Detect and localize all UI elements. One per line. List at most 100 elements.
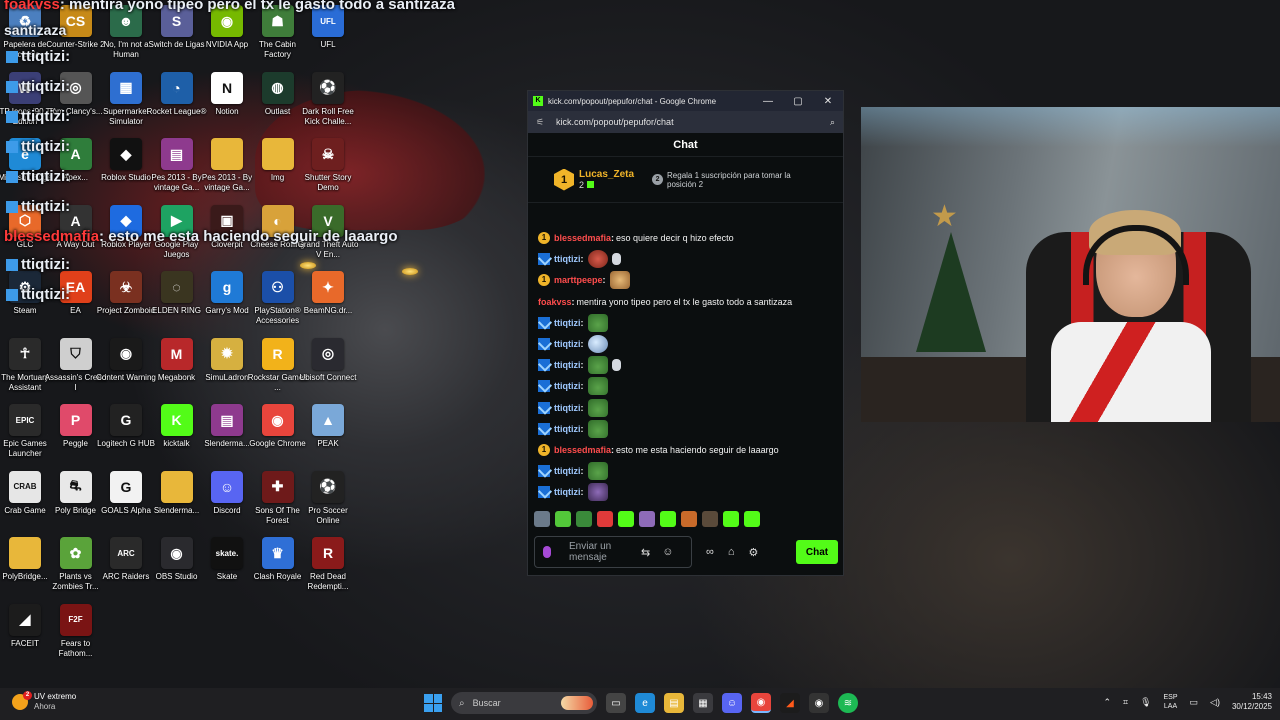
desktop-icon[interactable]: ⚽ Pro Soccer Online: [298, 470, 358, 535]
chat-emote-frog[interactable]: [587, 419, 608, 438]
chat-username[interactable]: ttiqtizi: [554, 318, 581, 328]
spotify-icon[interactable]: ≋: [838, 693, 858, 713]
chat-emote-globe[interactable]: [587, 335, 608, 353]
display-icon[interactable]: ▭: [1190, 697, 1199, 708]
chat-message[interactable]: ttiqtizi:: [538, 356, 621, 375]
send-chat-button[interactable]: Chat: [796, 540, 838, 564]
chat-message[interactable]: ttiqtizi:: [538, 335, 608, 353]
chat-message[interactable]: 1 marttpeepe:: [538, 271, 630, 290]
chat-username[interactable]: ttiqtizi: [554, 487, 581, 497]
desktop-icon[interactable]: ▲ PEAK: [298, 404, 358, 468]
chat-emote-frog[interactable]: [587, 462, 608, 481]
chat-emote-small[interactable]: [611, 253, 621, 266]
chat-username[interactable]: ttiqtizi: [554, 403, 581, 413]
chat-username[interactable]: ttiqtizi: [554, 424, 581, 434]
chat-message-list[interactable]: 1 blessedmafia: eso quiere decir q hizo ef…: [528, 227, 843, 502]
desktop-icon[interactable]: R Red Dead Redempti...: [298, 537, 358, 601]
edge-icon[interactable]: e: [635, 693, 655, 713]
gift-prompt[interactable]: 2 Regala 1 suscripción para tomar la pos…: [652, 171, 817, 189]
emote-button[interactable]: [702, 511, 718, 527]
chat-message[interactable]: ttiqtizi:: [538, 483, 608, 502]
emote-button[interactable]: [660, 511, 676, 527]
faceit-taskbar-icon[interactable]: ◢: [780, 693, 800, 713]
emote-button[interactable]: [681, 511, 697, 527]
chat-message[interactable]: ttiqtizi:: [538, 398, 608, 417]
emote-button[interactable]: [534, 511, 550, 527]
language-indicator[interactable]: ESP LAA: [1164, 693, 1178, 711]
rewards-icon[interactable]: ∞: [706, 546, 714, 558]
desktop-icon[interactable]: ◎ Ubisoft Connect: [298, 337, 358, 402]
desktop-icon[interactable]: ☠ Shutter Story Demo: [298, 138, 358, 202]
window-titlebar[interactable]: K kick.com/popout/pepufor/chat - Google …: [528, 91, 843, 111]
chat-emote-wolf[interactable]: [609, 271, 630, 290]
chat-username[interactable]: ttiqtizi: [554, 339, 581, 349]
clock[interactable]: 15:43 30/12/2025: [1232, 692, 1272, 712]
desktop-icon[interactable]: ⚽ Dark Roll Free Kick Challe...: [298, 71, 358, 136]
site-info-icon[interactable]: ⚟: [536, 117, 550, 128]
desktop-icon[interactable]: F2F Fears to Fathom...: [46, 603, 106, 668]
chat-emote-red[interactable]: [587, 250, 608, 269]
chat-username[interactable]: blessedmafia: [554, 445, 611, 455]
taskbar-search[interactable]: ⌕ Buscar: [451, 692, 597, 714]
chat-username[interactable]: ttiqtizi: [554, 254, 581, 264]
emote-button[interactable]: [618, 511, 634, 527]
beamng-icon: ✦: [312, 271, 344, 303]
settings-gear-icon[interactable]: ⚙: [749, 546, 759, 559]
emote-button[interactable]: [576, 511, 592, 527]
zoom-icon[interactable]: ⌕: [830, 117, 835, 128]
chat-emote-small[interactable]: [611, 359, 621, 372]
chat-username[interactable]: ttiqtizi: [554, 381, 581, 391]
chat-message-text: esto me esta haciendo seguir de laaargo: [616, 445, 779, 455]
network-icon[interactable]: ⌗: [1123, 697, 1128, 708]
chat-message[interactable]: ttiqtizi:: [538, 462, 608, 481]
microphone-icon[interactable]: 🎙: [1140, 697, 1151, 708]
chat-input[interactable]: Enviar un mensaje ⇆ ☺: [534, 536, 692, 568]
translate-icon[interactable]: ⇆: [641, 546, 650, 559]
discord-taskbar-icon[interactable]: ☺: [722, 693, 742, 713]
desktop-icon[interactable]: UFL UFL: [298, 5, 358, 69]
chat-emote-frog[interactable]: [587, 377, 608, 396]
url-text[interactable]: kick.com/popout/pepufor/chat: [556, 117, 830, 127]
chat-emote-frog[interactable]: [587, 356, 608, 375]
chat-message[interactable]: 1 blessedmafia: eso quiere decir q hizo ef…: [538, 229, 734, 247]
logitech-icon: G: [110, 404, 142, 436]
chat-username[interactable]: marttpeepe: [554, 275, 603, 285]
chat-emote-purple[interactable]: [587, 483, 608, 502]
chat-emote-frog[interactable]: [587, 313, 608, 332]
chat-message[interactable]: ttiqtizi:: [538, 377, 608, 396]
close-window-button[interactable]: ✕: [813, 96, 843, 107]
store-icon[interactable]: ⌂: [728, 546, 735, 558]
tray-overflow-icon[interactable]: ⌃: [1103, 697, 1111, 708]
desktop-icon[interactable]: ✦ BeamNG.dr...: [298, 271, 358, 335]
emote-button[interactable]: [744, 511, 760, 527]
chat-message[interactable]: foakvss: mentira yono tipeo pero el tx le…: [538, 293, 792, 311]
ms-store-icon[interactable]: ▦: [693, 693, 713, 713]
mic-icon[interactable]: [543, 546, 551, 558]
file-explorer-icon[interactable]: ▤: [664, 693, 684, 713]
volume-icon[interactable]: ◁): [1210, 697, 1220, 708]
emote-button[interactable]: [723, 511, 739, 527]
top-gifter-name[interactable]: Lucas_Zeta: [579, 169, 634, 180]
emoji-icon[interactable]: ☺: [662, 546, 673, 558]
chat-message[interactable]: ttiqtizi:: [538, 313, 608, 332]
chat-message[interactable]: 1 blessedmafia: esto me esta haciendo segu…: [538, 441, 779, 459]
task-view-icon[interactable]: ▭: [606, 693, 626, 713]
emote-button[interactable]: [639, 511, 655, 527]
weather-widget[interactable]: 2 UV extremo Ahora: [12, 691, 76, 712]
windows-start-icon[interactable]: [424, 694, 442, 712]
emote-button[interactable]: [555, 511, 571, 527]
chat-username[interactable]: ttiqtizi: [554, 360, 581, 370]
obs-taskbar-icon[interactable]: ◉: [809, 693, 829, 713]
address-bar[interactable]: ⚟ kick.com/popout/pepufor/chat ⌕: [528, 111, 843, 133]
emote-button[interactable]: [597, 511, 613, 527]
chat-username[interactable]: blessedmafia: [554, 233, 611, 243]
chat-username[interactable]: ttiqtizi: [554, 466, 581, 476]
folder-icon: [9, 537, 41, 569]
minimize-button[interactable]: —: [753, 96, 783, 107]
chat-emote-frog[interactable]: [587, 398, 608, 417]
chrome-taskbar-icon[interactable]: ◉: [751, 693, 771, 713]
chat-message[interactable]: ttiqtizi:: [538, 250, 621, 269]
chat-username[interactable]: foakvss: [538, 297, 572, 307]
maximize-button[interactable]: ▢: [783, 96, 813, 107]
chat-message[interactable]: ttiqtizi:: [538, 419, 608, 438]
